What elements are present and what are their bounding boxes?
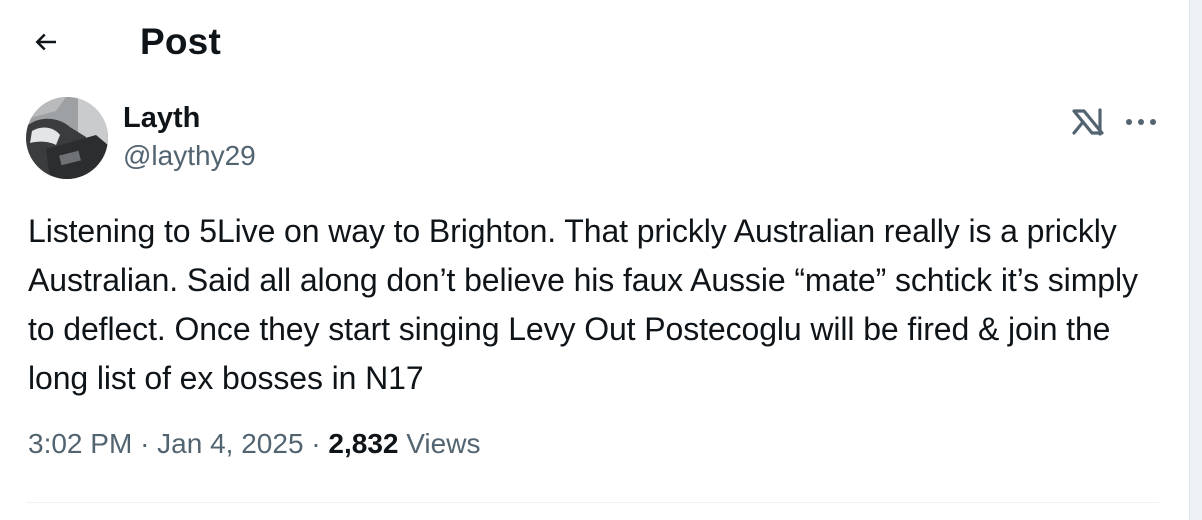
- meta-separator: ·: [311, 428, 321, 459]
- more-button[interactable]: [1121, 105, 1161, 139]
- user-avatar-image: [26, 97, 108, 179]
- views-count: 2,832: [328, 428, 399, 459]
- avatar[interactable]: [26, 97, 108, 179]
- arrow-left-icon: [35, 33, 56, 51]
- scrollbar-track[interactable]: [1189, 0, 1202, 520]
- page-title: Post: [140, 21, 221, 62]
- grok-button[interactable]: [1068, 105, 1108, 139]
- meta-separator: ·: [140, 428, 150, 459]
- grok-icon: [1072, 108, 1104, 136]
- author-display-name[interactable]: Layth: [123, 101, 256, 135]
- post-time[interactable]: 3:02 PM: [28, 428, 132, 459]
- post-text: Listening to 5Live on way to Brighton. T…: [28, 213, 1138, 396]
- post-meta: 3:02 PM · Jan 4, 2025 · 2,832 Views: [28, 427, 480, 461]
- back-button[interactable]: [26, 22, 66, 62]
- author-info: Layth @laythy29: [123, 101, 256, 173]
- post-date[interactable]: Jan 4, 2025: [157, 428, 303, 459]
- page-header: Post: [26, 12, 221, 72]
- divider: [26, 502, 1159, 503]
- views-label: Views: [406, 428, 481, 459]
- more-horizontal-icon: [1126, 119, 1156, 125]
- author-handle[interactable]: @laythy29: [123, 139, 256, 173]
